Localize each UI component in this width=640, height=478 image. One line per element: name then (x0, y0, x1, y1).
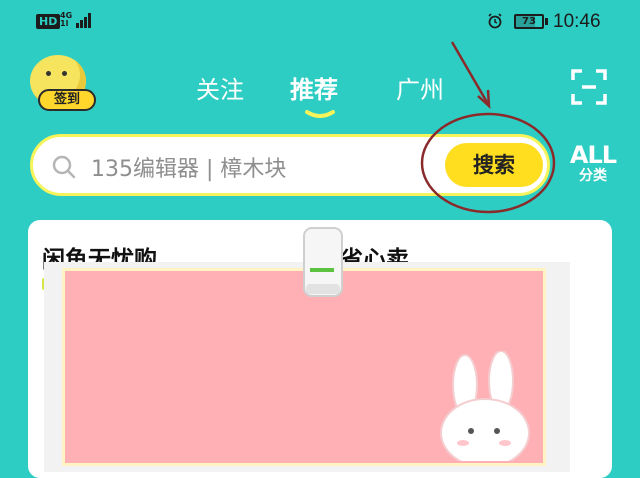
tag-icon (303, 227, 343, 297)
bunny-icon (440, 351, 530, 461)
annotation-arrow (450, 41, 490, 105)
hd-indicator: HD (36, 14, 61, 29)
checkin-button[interactable]: 签到 (38, 89, 96, 111)
battery-cap (545, 18, 548, 25)
status-bar: HD 4G 1l 73 10:46 (0, 0, 640, 44)
clock: 10:46 (553, 11, 601, 32)
checkin-avatar[interactable]: 签到 (24, 55, 98, 111)
scan-icon[interactable] (570, 68, 608, 106)
all-category-button[interactable]: ALL 分类 (568, 143, 618, 185)
search-input[interactable]: 135编辑器 | 樟木块 (91, 151, 286, 183)
search-bar[interactable]: 135编辑器 | 樟木块 搜索 (30, 134, 550, 196)
search-icon (52, 155, 76, 179)
tab-recommend[interactable]: 推荐 (290, 70, 338, 105)
tab-follow[interactable]: 关注 (196, 70, 244, 105)
network-sub: 1l (60, 19, 69, 28)
battery-icon: 73 (514, 14, 544, 29)
active-tab-indicator (305, 110, 335, 118)
category-label: 分类 (579, 168, 607, 184)
tab-guangzhou[interactable]: 广州 (396, 70, 444, 105)
signal-icon (76, 12, 92, 28)
search-button[interactable]: 搜索 (445, 143, 543, 187)
all-label: ALL (569, 141, 617, 169)
network-indicator: 4G 1l (60, 12, 72, 28)
alarm-icon (488, 13, 502, 29)
annotation-arrowhead (477, 89, 491, 109)
battery-level: 73 (522, 16, 536, 27)
